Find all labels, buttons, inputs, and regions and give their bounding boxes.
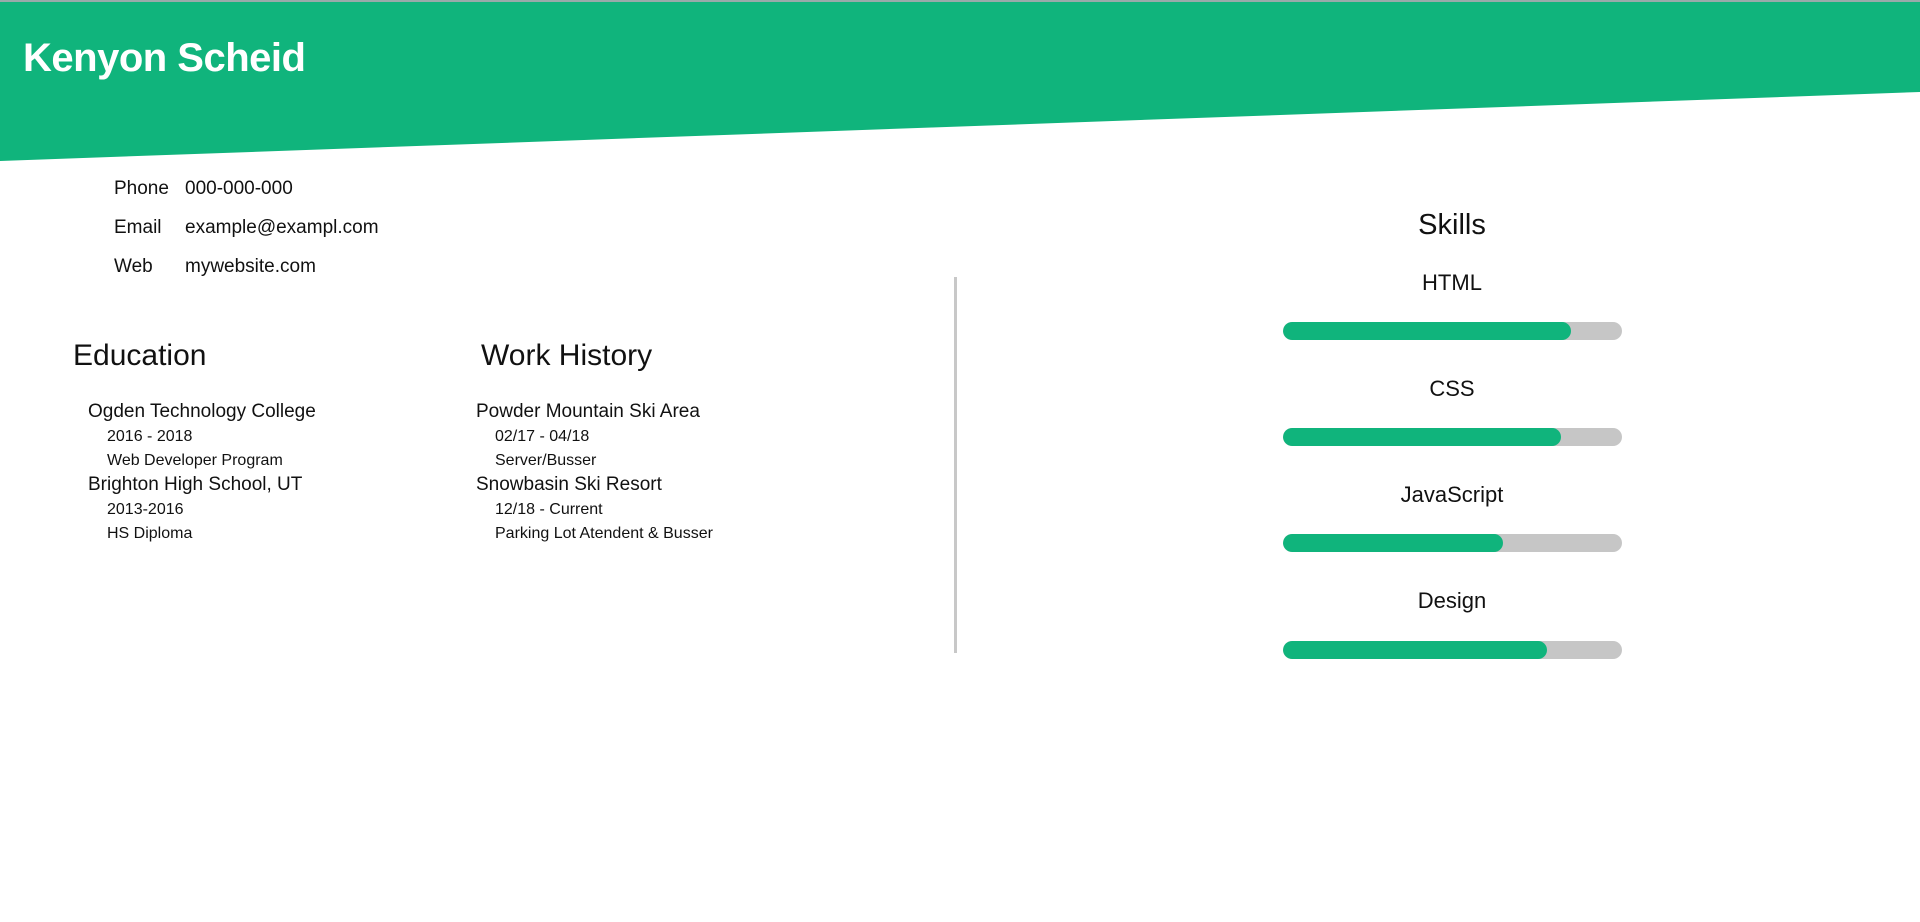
- skill-bar-track: [1283, 322, 1622, 340]
- education-heading: Education: [73, 339, 207, 372]
- work-item-dates: 12/18 - Current: [495, 501, 603, 518]
- education-item-dates: 2013-2016: [107, 501, 184, 518]
- page-title: Kenyon Scheid: [23, 36, 306, 80]
- web-label: Web: [114, 256, 153, 277]
- education-item-detail: Web Developer Program: [107, 452, 283, 469]
- header-banner: [0, 2, 1920, 161]
- skill-label: CSS: [1429, 376, 1475, 401]
- skill-label: Design: [1417, 588, 1487, 613]
- education-item-detail: HS Diploma: [107, 525, 193, 542]
- phone-label: Phone: [114, 178, 169, 199]
- skill-bar-fill: [1283, 428, 1561, 446]
- education-item-name: Brighton High School, UT: [88, 474, 303, 495]
- education-item-dates: 2016 - 2018: [107, 428, 193, 445]
- work-history-heading: Work History: [481, 339, 653, 372]
- skill-bar-fill: [1283, 641, 1548, 659]
- skill-bar-track: [1283, 428, 1622, 446]
- work-item-name: Snowbasin Ski Resort: [476, 474, 662, 495]
- skill-label: HTML: [1422, 270, 1482, 295]
- phone-value: 000-000-000: [185, 178, 293, 199]
- work-item-name: Powder Mountain Ski Area: [476, 401, 700, 422]
- work-item-detail: Server/Busser: [495, 452, 597, 469]
- skill-label: JavaScript: [1400, 482, 1504, 507]
- skill-bar-track: [1283, 534, 1622, 552]
- column-divider: [954, 277, 957, 653]
- skill-bar-fill: [1283, 322, 1572, 340]
- skill-bar-fill: [1283, 534, 1504, 552]
- work-item-detail: Parking Lot Atendent & Busser: [495, 525, 713, 542]
- email-label: Email: [114, 217, 162, 238]
- web-value[interactable]: mywebsite.com: [185, 256, 316, 278]
- skills-heading: Skills: [1418, 209, 1486, 241]
- email-value[interactable]: example@exampl.com: [185, 217, 379, 239]
- work-item-dates: 02/17 - 04/18: [495, 428, 590, 445]
- skill-bar-track: [1283, 641, 1622, 659]
- education-item-name: Ogden Technology College: [88, 401, 316, 422]
